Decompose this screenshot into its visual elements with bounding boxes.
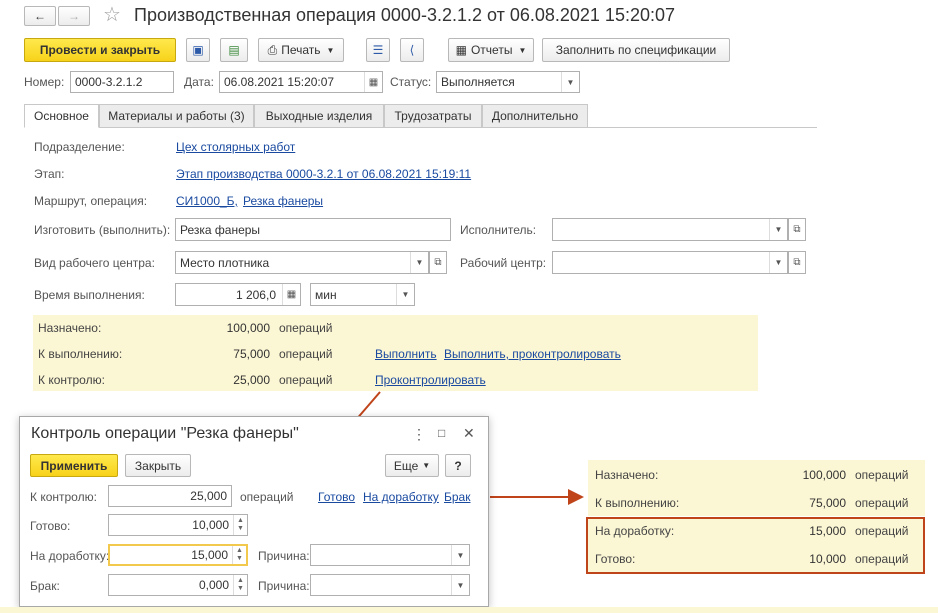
stepper-icon[interactable]: ▲ ▼ (233, 575, 247, 595)
close-button[interactable]: Закрыть (125, 454, 191, 477)
defect-label: Брак: (30, 579, 60, 593)
reason-label: Причина: (258, 579, 310, 593)
done-label: Готово: (30, 519, 71, 533)
reason-select[interactable]: ▼ (310, 574, 470, 596)
rework-field[interactable]: 15,000 ▲ ▼ (108, 544, 248, 566)
reason-select[interactable]: ▼ (310, 544, 470, 566)
maximize-icon[interactable]: □ (438, 426, 445, 440)
help-button[interactable]: ? (445, 454, 471, 477)
rework-label: На доработку: (30, 549, 110, 563)
result-rework-label: На доработку: (595, 524, 675, 538)
result-done-value: 10,000 (809, 552, 846, 566)
more-vert-icon[interactable]: ⋮ (412, 426, 426, 443)
to-control-unit: операций (240, 490, 294, 504)
done-field[interactable]: 10,000 ▲ ▼ (108, 514, 248, 536)
result-todo-value: 75,000 (809, 496, 846, 510)
chevron-down-icon[interactable]: ▼ (451, 545, 469, 565)
result-assigned-value: 100,000 (802, 468, 846, 482)
result-rework-unit: операций (855, 524, 909, 538)
result-assigned-unit: операций (855, 468, 909, 482)
result-todo-unit: операций (855, 496, 909, 510)
to-control-label: К контролю: (30, 490, 97, 504)
to-control-field: 25,000 (108, 485, 232, 507)
dialog-title: Контроль операции "Резка фанеры" (31, 425, 299, 442)
stepper-icon[interactable]: ▲ ▼ (232, 546, 246, 564)
defect-field[interactable]: 0,000 ▲ ▼ (108, 574, 248, 596)
reason-label: Причина: (258, 549, 310, 563)
chevron-down-icon: ▼ (422, 461, 431, 470)
result-done-label: Готово: (595, 552, 636, 566)
stepper-icon[interactable]: ▲ ▼ (233, 515, 247, 535)
result-rework-value: 15,000 (809, 524, 846, 538)
close-icon[interactable]: ✕ (463, 425, 475, 442)
result-todo-label: К выполнению: (595, 496, 680, 510)
defect-link[interactable]: Брак (444, 490, 470, 504)
more-button[interactable]: Еще ▼ (385, 454, 439, 477)
result-assigned-label: Назначено: (595, 468, 659, 482)
apply-button[interactable]: Применить (30, 454, 118, 477)
result-done-unit: операций (855, 552, 909, 566)
bottom-strip (0, 607, 938, 613)
done-link[interactable]: Готово (318, 490, 355, 504)
chevron-down-icon[interactable]: ▼ (451, 575, 469, 595)
rework-link[interactable]: На доработку (363, 490, 439, 504)
